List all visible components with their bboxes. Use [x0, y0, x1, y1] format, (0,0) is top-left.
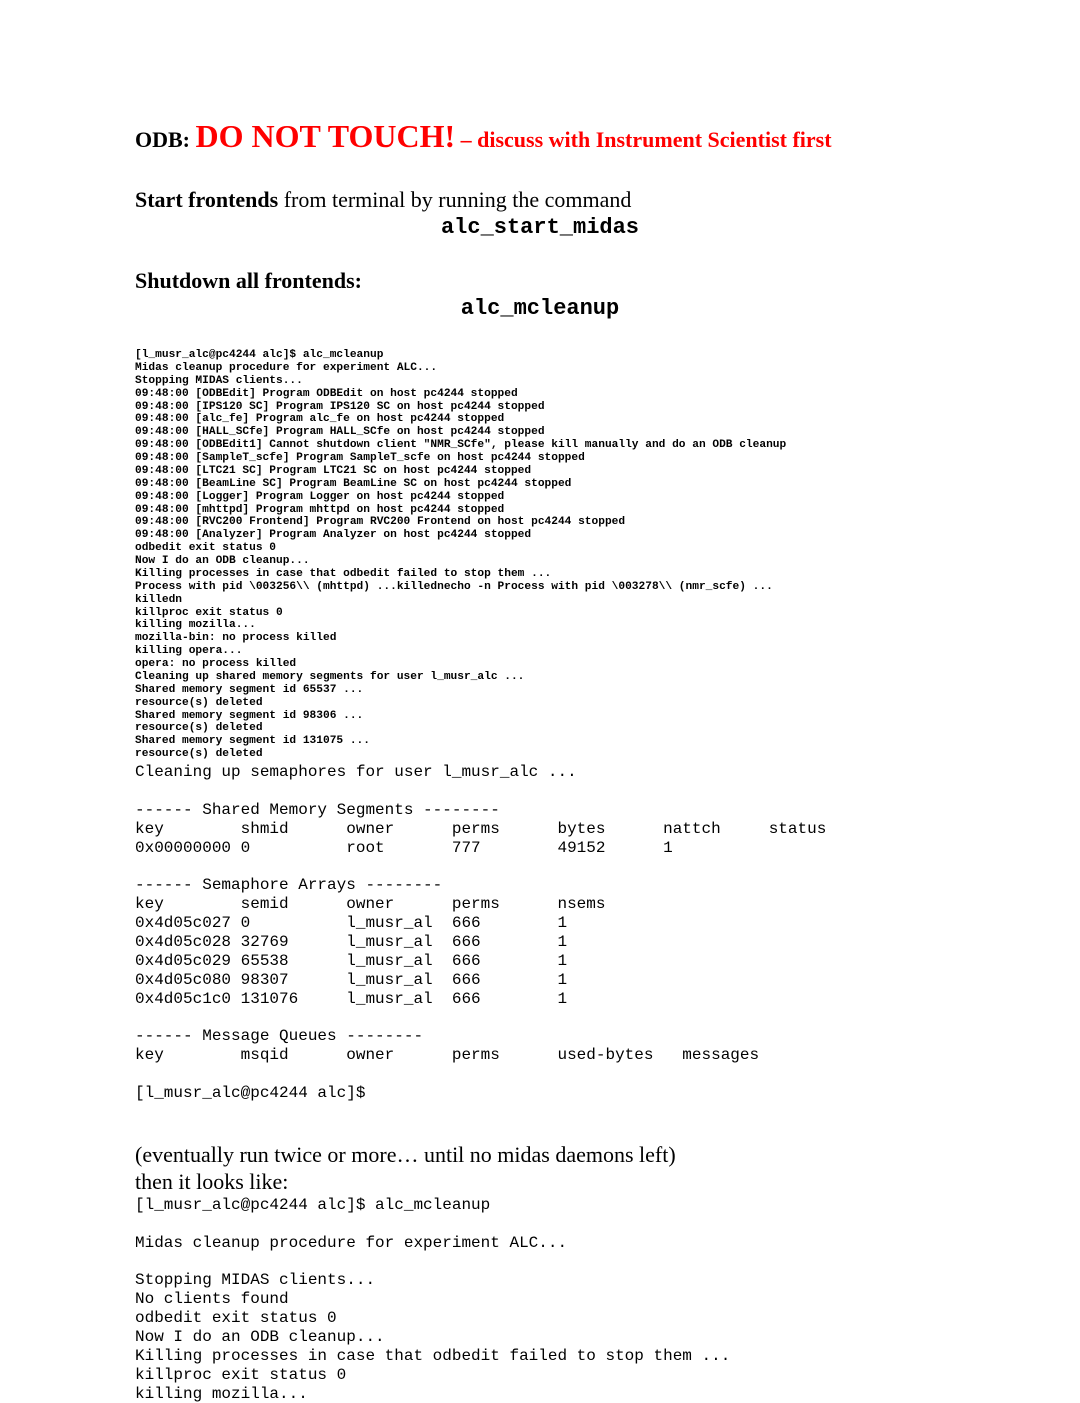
- terminal-output-second-run: [l_musr_alc@pc4244 alc]$ alc_mcleanup Mi…: [135, 1196, 945, 1403]
- start-frontends-bold: Start frontends: [135, 187, 278, 212]
- command-mcleanup: alc_mcleanup: [135, 296, 945, 321]
- heading-start-frontends: Start frontends from terminal by running…: [135, 187, 945, 213]
- terminal-output-small: [l_musr_alc@pc4244 alc]$ alc_mcleanup Mi…: [135, 349, 945, 761]
- eventually-line2: then it looks like:: [135, 1169, 288, 1194]
- heading-shutdown: Shutdown all frontends:: [135, 268, 945, 294]
- eventually-note: (eventually run twice or more… until no …: [135, 1141, 945, 1196]
- heading-odb: ODB: DO NOT TOUCH! – discuss with Instru…: [135, 118, 945, 155]
- odb-warn-big: DO NOT TOUCH!: [196, 118, 456, 154]
- eventually-line1: (eventually run twice or more… until no …: [135, 1142, 676, 1167]
- odb-warn-rest: – discuss with Instrument Scientist firs…: [455, 127, 831, 152]
- start-frontends-rest: from terminal by running the command: [278, 187, 631, 212]
- odb-label: ODB:: [135, 127, 196, 152]
- terminal-output-large: Cleaning up semaphores for user l_musr_a…: [135, 763, 945, 1103]
- command-start-midas: alc_start_midas: [135, 215, 945, 240]
